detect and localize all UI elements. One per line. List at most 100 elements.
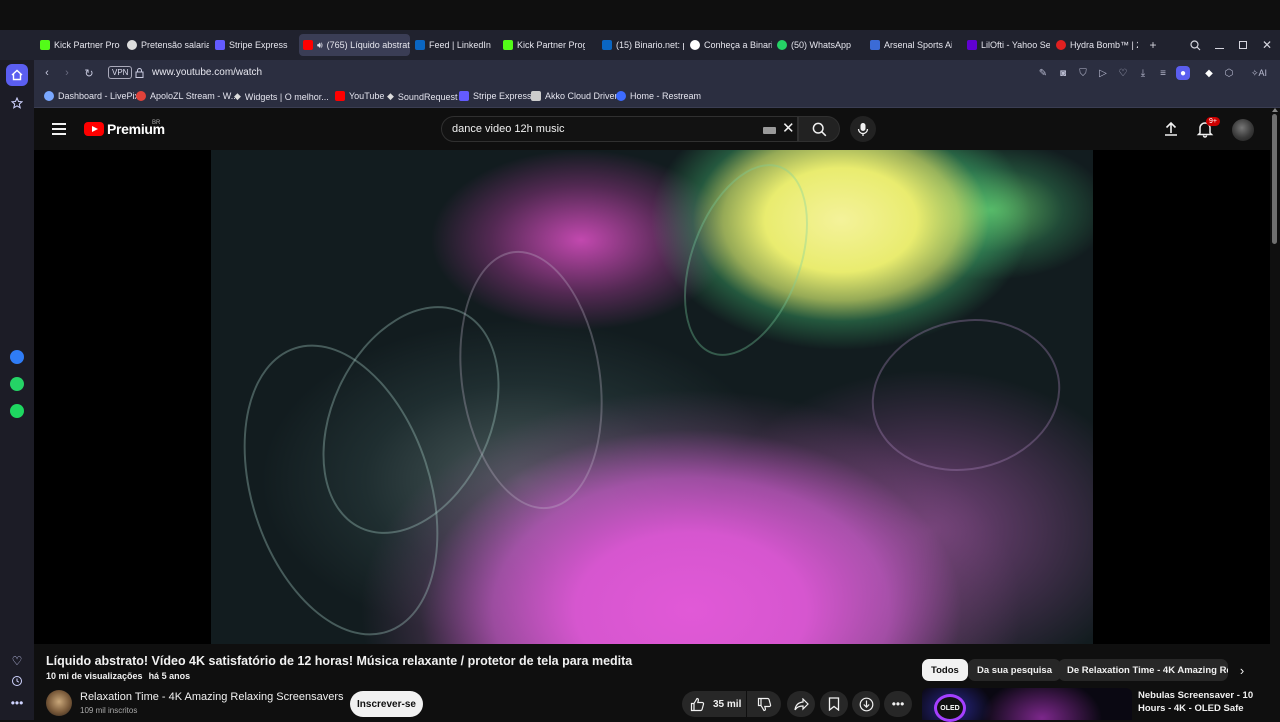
easy-setup-icon[interactable]: ≡ xyxy=(1156,66,1170,80)
maximize-button[interactable] xyxy=(1234,36,1252,54)
chevron-left-icon: ‹ xyxy=(45,67,49,79)
scrollbar-thumb[interactable] xyxy=(1272,114,1277,244)
tab-6[interactable]: (15) Binario.net: pe xyxy=(598,34,684,56)
search-icon xyxy=(812,122,826,136)
create-button[interactable] xyxy=(1162,120,1180,138)
edit-icon[interactable]: ✎ xyxy=(1036,66,1050,80)
vpn-badge[interactable]: VPN xyxy=(108,66,133,79)
bookmark-icon xyxy=(828,697,840,711)
bookmark-label: Widgets | O melhor... xyxy=(244,91,329,102)
minimize-button[interactable] xyxy=(1210,36,1228,54)
forward-button[interactable]: › xyxy=(58,64,76,82)
smoke-wisp xyxy=(660,150,832,373)
tab-9[interactable]: Arsenal Sports Airs xyxy=(866,34,952,56)
back-button[interactable]: ‹ xyxy=(38,64,56,82)
profile-icon[interactable]: ● xyxy=(1176,66,1190,80)
download-button[interactable] xyxy=(852,691,880,717)
tab-4[interactable]: Feed | LinkedIn xyxy=(411,34,497,56)
more-actions-button[interactable]: ••• xyxy=(884,691,912,717)
tab-label: (50) WhatsApp xyxy=(791,40,852,50)
like-button[interactable]: 35 mil xyxy=(682,691,746,717)
bookmark-item[interactable]: YouTube xyxy=(335,91,384,101)
search-box[interactable]: ✕ xyxy=(441,116,798,142)
dislike-button[interactable] xyxy=(747,691,781,717)
reload-button[interactable]: ↻ xyxy=(80,64,98,82)
chip-all[interactable]: Todos xyxy=(922,659,968,681)
chevron-right-icon[interactable]: › xyxy=(1234,662,1250,678)
clear-search-icon[interactable]: ✕ xyxy=(782,121,795,136)
heart-icon[interactable]: ♡ xyxy=(6,650,28,672)
whatsapp-icon[interactable] xyxy=(6,373,28,395)
wallet-icon[interactable]: ◆ xyxy=(1202,66,1216,80)
tab-8[interactable]: (50) WhatsApp xyxy=(773,34,863,56)
bookmark-item[interactable]: ◆ SoundRequest xyxy=(387,91,457,102)
bookmark-item[interactable]: Dashboard - LivePix xyxy=(44,91,139,101)
share-button[interactable] xyxy=(787,691,815,717)
tab-search-button[interactable] xyxy=(1186,36,1204,54)
video-player[interactable] xyxy=(34,150,1270,644)
bookmark-item[interactable]: ◆ Widgets | O melhor... xyxy=(234,91,329,102)
save-button[interactable] xyxy=(820,691,848,717)
thumbs-down-icon xyxy=(757,697,771,711)
tab-10[interactable]: LilOfti - Yahoo Sea xyxy=(963,34,1050,56)
keyboard-icon[interactable] xyxy=(763,127,776,134)
tab-0[interactable]: Kick Partner Progra xyxy=(36,34,120,56)
bookmark-item[interactable]: ApoloZL Stream - W... xyxy=(136,91,238,101)
tab-1[interactable]: Pretensão salarial S xyxy=(123,34,209,56)
star-icon[interactable] xyxy=(6,92,28,114)
tab-5[interactable]: Kick Partner Progra xyxy=(499,34,585,56)
channel-name[interactable]: Relaxation Time - 4K Amazing Relaxing Sc… xyxy=(80,691,344,703)
spotify-icon[interactable] xyxy=(6,400,28,422)
tab-label: Pretensão salarial S xyxy=(141,40,209,50)
lock-icon[interactable] xyxy=(130,64,148,82)
tab-11[interactable]: Hydra Bomb™ | 24 xyxy=(1052,34,1138,56)
chip-from-channel[interactable]: De Relaxation Time - 4K Amazing Rel xyxy=(1058,659,1228,681)
heart-outline-icon[interactable]: ♡ xyxy=(1116,66,1130,80)
close-window-button[interactable]: ✕ xyxy=(1258,36,1276,54)
play-icon[interactable]: ▷ xyxy=(1096,66,1110,80)
linkedin-icon xyxy=(415,40,425,50)
messenger-icon[interactable] xyxy=(6,346,28,368)
scrollbar[interactable] xyxy=(1270,108,1280,720)
tab-2[interactable]: Stripe Express xyxy=(211,34,295,56)
scroll-up-arrow[interactable] xyxy=(1272,108,1278,112)
download-icon xyxy=(859,697,873,711)
bookmark-item[interactable]: Stripe Express xyxy=(459,91,532,101)
download-icon[interactable]: ⤓ xyxy=(1136,66,1150,80)
speaker-icon: 🔊︎ xyxy=(317,39,323,50)
search-button[interactable] xyxy=(798,116,840,142)
linkedin-icon xyxy=(602,40,612,50)
url-field[interactable]: www.youtube.com/watch xyxy=(152,67,262,78)
bookmark-item[interactable]: Akko Cloud Driver xyxy=(531,91,618,101)
recommendation-title[interactable]: Nebulas Screensaver - 10 Hours - 4K - OL… xyxy=(1138,689,1258,715)
more-icon[interactable]: ••• xyxy=(6,692,28,714)
ai-icon: ✧ xyxy=(1250,67,1259,78)
extensions-icon[interactable]: ⬡ xyxy=(1222,66,1236,80)
home-icon[interactable] xyxy=(6,64,28,86)
video-title: Líquido abstrato! Vídeo 4K satisfatório … xyxy=(46,654,633,668)
chip-from-search[interactable]: Da sua pesquisa xyxy=(968,659,1061,681)
tab-label: Arsenal Sports Airs xyxy=(884,40,952,50)
thumbs-up-icon xyxy=(690,697,705,711)
camera-icon[interactable]: ◙ xyxy=(1056,66,1070,80)
share-icon xyxy=(793,697,809,710)
bookmark-label: SoundRequest xyxy=(397,91,458,102)
voice-search-button[interactable] xyxy=(850,116,876,142)
avatar[interactable] xyxy=(1232,119,1254,141)
aria-ai-button[interactable]: ✧ AI xyxy=(1242,66,1276,80)
minimize-icon xyxy=(1214,47,1224,49)
subscribe-button[interactable]: Inscrever-se xyxy=(350,691,423,717)
stripe-icon xyxy=(459,91,469,101)
bookmark-item[interactable]: Home - Restream xyxy=(616,91,701,101)
channel-avatar[interactable] xyxy=(46,690,72,716)
new-tab-button[interactable]: + xyxy=(1144,36,1162,54)
tab-3-active[interactable]: 🔊︎ (765) Líquido abstrato xyxy=(299,34,410,56)
history-icon[interactable] xyxy=(6,670,28,692)
oled-badge: OLED xyxy=(934,694,966,722)
menu-icon[interactable] xyxy=(52,123,66,135)
search-input[interactable] xyxy=(452,123,752,135)
tab-7[interactable]: Conheça a Binario xyxy=(686,34,772,56)
video-frame[interactable] xyxy=(211,150,1093,644)
video-meta[interactable]: 10 mi de visualizações há 5 anos xyxy=(46,671,196,681)
shield-icon[interactable]: ⛉ xyxy=(1076,66,1090,80)
